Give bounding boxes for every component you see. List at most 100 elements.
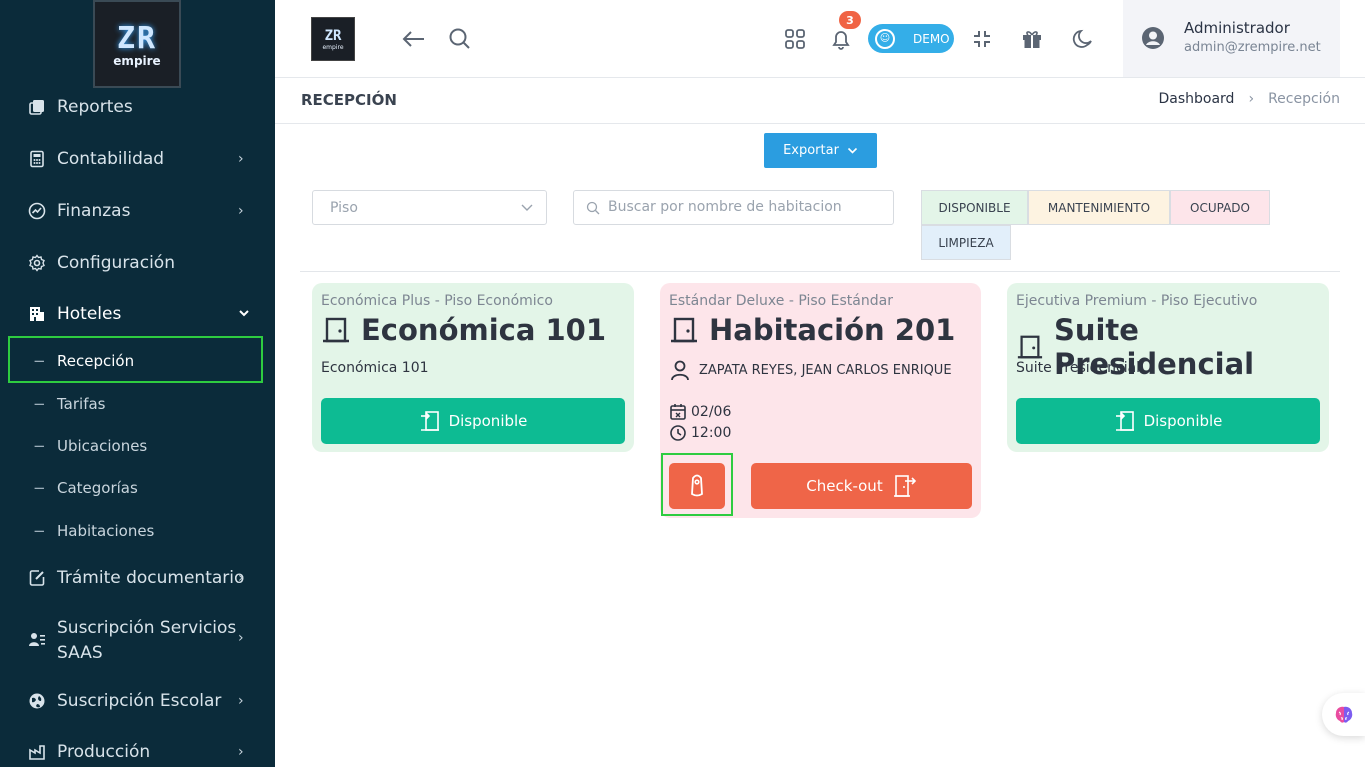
chevron-right-icon: ›	[238, 744, 244, 760]
door-icon	[323, 317, 349, 343]
chevron-right-icon: ›	[238, 203, 244, 219]
logo-subtext: empire	[113, 53, 161, 68]
moon-icon[interactable]	[1070, 26, 1096, 52]
gift-icon[interactable]	[1019, 26, 1045, 52]
door-enter-icon	[420, 411, 439, 431]
breadcrumb-current: Recepción	[1268, 91, 1340, 107]
compress-icon[interactable]	[969, 26, 995, 52]
breadcrumb: Dashboard › Recepción	[1158, 91, 1340, 107]
page-header: RECEPCIÓN Dashboard › Recepción	[275, 78, 1365, 124]
sidebar-item-label: Producción	[57, 742, 151, 762]
brand-logo[interactable]: ZR empire	[93, 0, 181, 88]
sidebar-item-label: Trámite documentario	[57, 568, 245, 588]
room-description: Suite Presidencial	[1016, 360, 1141, 376]
sidebar-subitem-label: Recepción	[57, 352, 135, 370]
search-icon[interactable]	[447, 26, 473, 52]
chevron-right-icon: ›	[238, 630, 244, 646]
door-enter-icon	[1115, 411, 1134, 431]
sidebar-subitem-categorias[interactable]: − Categorías	[0, 479, 275, 499]
calendar-icon	[670, 404, 686, 420]
back-arrow-icon[interactable]	[401, 26, 427, 52]
room-description: Económica 101	[321, 360, 429, 376]
chevron-right-icon: ›	[238, 570, 244, 586]
brain-icon	[1335, 706, 1352, 723]
sidebar-subitem-habitaciones[interactable]: − Habitaciones	[0, 522, 275, 542]
sidebar-item-label: Configuración	[57, 253, 175, 273]
page-title: RECEPCIÓN	[301, 91, 397, 109]
legend-cleaning[interactable]: LIMPIEZA	[921, 225, 1011, 260]
top-bar: ZR empire 3 ☺ DEMO Administrador admin@z…	[275, 0, 1365, 78]
dash-icon: −	[33, 437, 46, 455]
chevron-right-icon: ›	[238, 693, 244, 709]
notification-count-badge: 3	[839, 11, 861, 29]
export-label: Exportar	[783, 143, 839, 158]
sidebar-subitem-label: Ubicaciones	[57, 437, 148, 455]
checkout-time: 12:00	[669, 424, 731, 442]
demo-label: DEMO	[913, 31, 950, 46]
smile-icon: ☺	[875, 28, 895, 49]
room-status-button[interactable]: Disponible	[321, 398, 625, 444]
legend-occupied[interactable]: OCUPADO	[1170, 190, 1270, 225]
sidebar-item-label: Contabilidad	[57, 149, 165, 169]
topbar-logo[interactable]: ZR empire	[311, 17, 355, 61]
chevron-down-icon	[847, 147, 858, 154]
sidebar-subitem-ubicaciones[interactable]: − Ubicaciones	[0, 437, 275, 457]
room-status-button[interactable]: Disponible	[1016, 398, 1320, 444]
guest-info: ZAPATA REYES, JEAN CARLOS ENRIQUE	[669, 359, 952, 381]
time-value: 12:00	[691, 425, 732, 441]
user-menu[interactable]: Administrador admin@zrempire.net	[1123, 0, 1340, 77]
room-key-button[interactable]	[669, 463, 725, 509]
room-title: Económica 101	[321, 313, 606, 347]
export-button[interactable]: Exportar	[764, 133, 877, 168]
sidebar-item-label-line2: SAAS	[57, 643, 103, 663]
sidebar-item-label: Suscripción Servicios SAAS	[57, 616, 236, 666]
sidebar-item-produccion[interactable]: Producción ›	[0, 741, 275, 763]
user-email: admin@zrempire.net	[1184, 40, 1321, 55]
floor-select[interactable]: Piso	[312, 190, 547, 225]
dash-icon: −	[33, 352, 46, 370]
sidebar-subitem-tarifas[interactable]: − Tarifas	[0, 395, 275, 415]
apps-grid-icon[interactable]	[782, 26, 808, 52]
legend-available[interactable]: DISPONIBLE	[921, 190, 1028, 225]
legend-maintenance[interactable]: MANTENIMIENTO	[1028, 190, 1170, 225]
checkout-button[interactable]: Check-out	[751, 463, 972, 509]
hotel-icon	[28, 305, 46, 323]
user-icon	[671, 360, 689, 381]
calculator-icon	[28, 150, 46, 168]
sidebar-item-hoteles[interactable]: Hoteles	[0, 303, 275, 325]
room-subtitle: Ejecutiva Premium - Piso Ejecutivo	[1016, 293, 1258, 309]
search-placeholder: Buscar por nombre de habitacion	[608, 199, 842, 215]
room-search-input[interactable]: Buscar por nombre de habitacion	[573, 190, 894, 225]
door-exit-icon	[893, 475, 916, 497]
logo-subtext: empire	[322, 43, 344, 51]
dash-icon: −	[33, 479, 46, 497]
demo-toggle[interactable]: ☺ DEMO	[868, 24, 954, 53]
room-card: Ejecutiva Premium - Piso Ejecutivo Suite…	[1007, 283, 1329, 452]
sidebar-item-contabilidad[interactable]: Contabilidad ›	[0, 148, 275, 170]
room-status-label: Disponible	[1143, 412, 1223, 430]
dash-icon: −	[33, 395, 46, 413]
gear-icon	[28, 254, 46, 272]
sidebar-item-saas[interactable]: Suscripción Servicios SAAS ›	[0, 616, 275, 663]
sidebar-item-configuracion[interactable]: Configuración	[0, 252, 275, 274]
document-edit-icon	[28, 569, 46, 587]
sidebar-subitem-label: Categorías	[57, 479, 138, 497]
sidebar-subitem-recepcion[interactable]: − Recepción	[0, 352, 275, 372]
sidebar-item-tramite[interactable]: Trámite documentario ›	[0, 567, 275, 589]
chart-circle-icon	[28, 202, 46, 220]
avatar-icon	[1141, 26, 1165, 50]
sidebar-subitem-label: Habitaciones	[57, 522, 155, 540]
bell-icon[interactable]	[828, 26, 854, 52]
sidebar-item-reportes[interactable]: Reportes	[0, 96, 275, 118]
breadcrumb-home[interactable]: Dashboard	[1158, 91, 1234, 107]
sidebar-item-label: Finanzas	[57, 201, 131, 221]
breadcrumb-separator: ›	[1248, 91, 1255, 107]
sidebar-item-escolar[interactable]: Suscripción Escolar ›	[0, 690, 275, 712]
door-icon	[671, 317, 697, 343]
sidebar-item-finanzas[interactable]: Finanzas ›	[0, 200, 275, 222]
ai-assistant-button[interactable]	[1322, 693, 1365, 736]
sidebar-item-label-line1: Suscripción Servicios	[57, 618, 237, 638]
user-list-icon	[28, 630, 46, 648]
sidebar-subitem-label: Tarifas	[57, 395, 106, 413]
room-status-label: Disponible	[448, 412, 528, 430]
